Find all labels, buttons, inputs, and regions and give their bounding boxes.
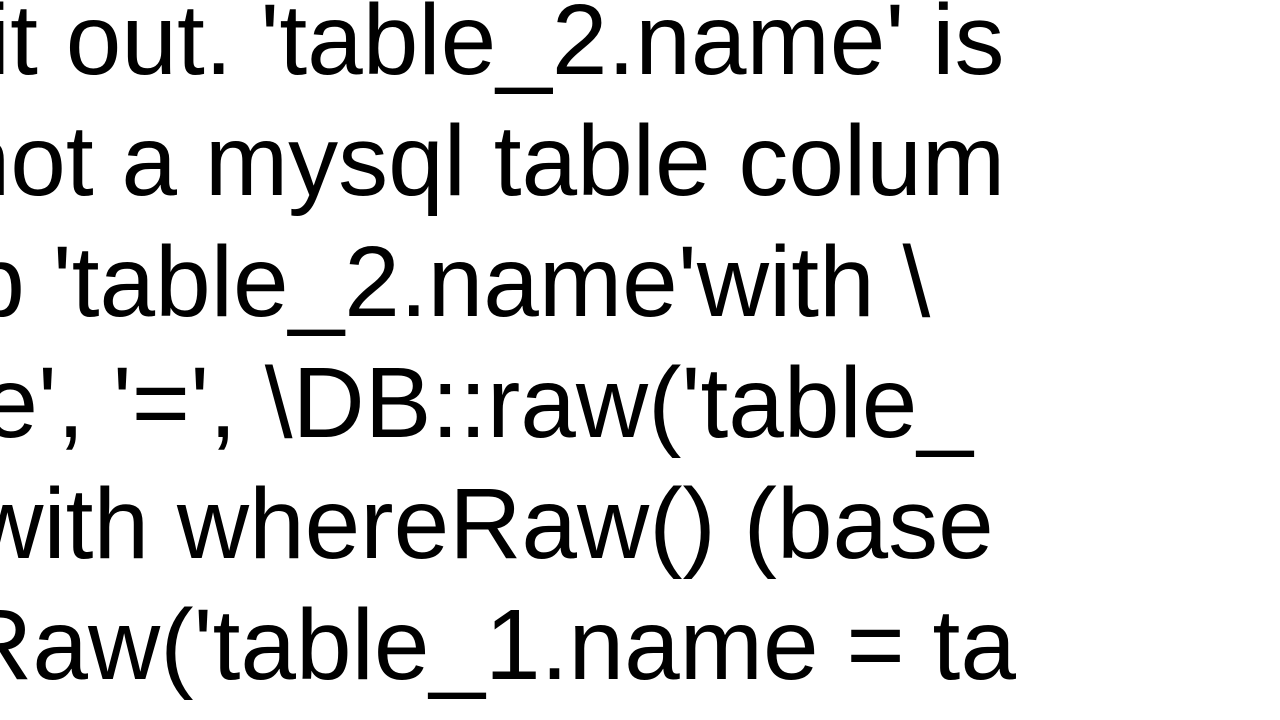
code-answer-text: ured it out. 'table_2.name' is and not a… xyxy=(0,0,1016,706)
